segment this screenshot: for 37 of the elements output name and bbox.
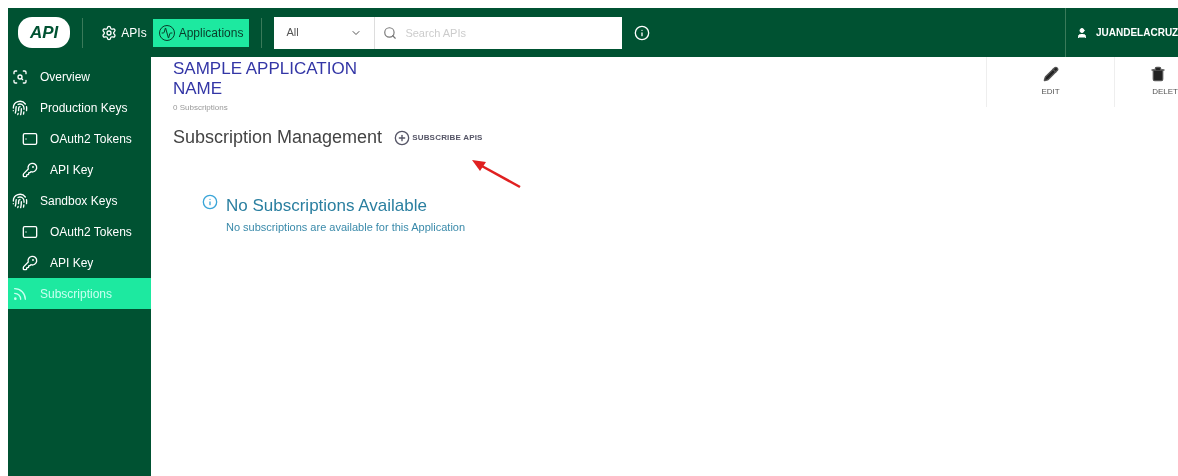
- delete-button[interactable]: DELET: [1114, 57, 1178, 107]
- subscription-count: 0 Subscriptions: [173, 102, 229, 114]
- nav-tab[interactable]: APIs: [95, 18, 153, 47]
- sidebar-item[interactable]: Production Keys: [8, 92, 151, 123]
- filter-dropdown[interactable]: All: [274, 16, 375, 49]
- key-icon: [22, 254, 38, 271]
- user-menu[interactable]: JUANDELACRUZ: [1066, 25, 1178, 40]
- search-icon: [383, 25, 398, 40]
- sidebar-item[interactable]: API Key: [8, 247, 151, 278]
- empty-message: No subscriptions are available for this Application: [226, 219, 466, 235]
- section-title: Subscription Management: [173, 126, 383, 149]
- info-icon[interactable]: [634, 24, 651, 41]
- logo[interactable]: API: [18, 16, 71, 49]
- subscribe-apis-button[interactable]: SUBSCRIBE APIS: [394, 129, 483, 146]
- app-title: SAMPLE APPLICATION NAME: [173, 59, 358, 99]
- annotation-arrow: [470, 159, 522, 189]
- sidebar-item[interactable]: OAuth2 Tokens: [8, 123, 151, 154]
- plus-icon: [394, 129, 411, 146]
- nav-tab[interactable]: Applications: [152, 18, 250, 47]
- overview-icon: [12, 68, 28, 85]
- gear-icon: [101, 24, 118, 41]
- fingerprint-icon: [12, 99, 28, 116]
- sidebar-item[interactable]: Overview: [8, 61, 151, 92]
- empty-title: No Subscriptions Available: [226, 195, 428, 217]
- token-icon: [22, 223, 38, 240]
- user-icon: [1076, 26, 1088, 39]
- rss-icon: [12, 285, 28, 302]
- key-icon: [22, 161, 38, 178]
- sidebar-item[interactable]: OAuth2 Tokens: [8, 216, 151, 247]
- fingerprint-icon: [12, 192, 28, 209]
- edit-button[interactable]: EDIT: [986, 57, 1114, 107]
- sidebar-item[interactable]: API Key: [8, 154, 151, 185]
- token-icon: [22, 130, 38, 147]
- info-icon: [202, 194, 218, 210]
- sidebar-item[interactable]: Sandbox Keys: [8, 185, 151, 216]
- trash-icon: [1150, 66, 1166, 82]
- pencil-icon: [1042, 66, 1059, 82]
